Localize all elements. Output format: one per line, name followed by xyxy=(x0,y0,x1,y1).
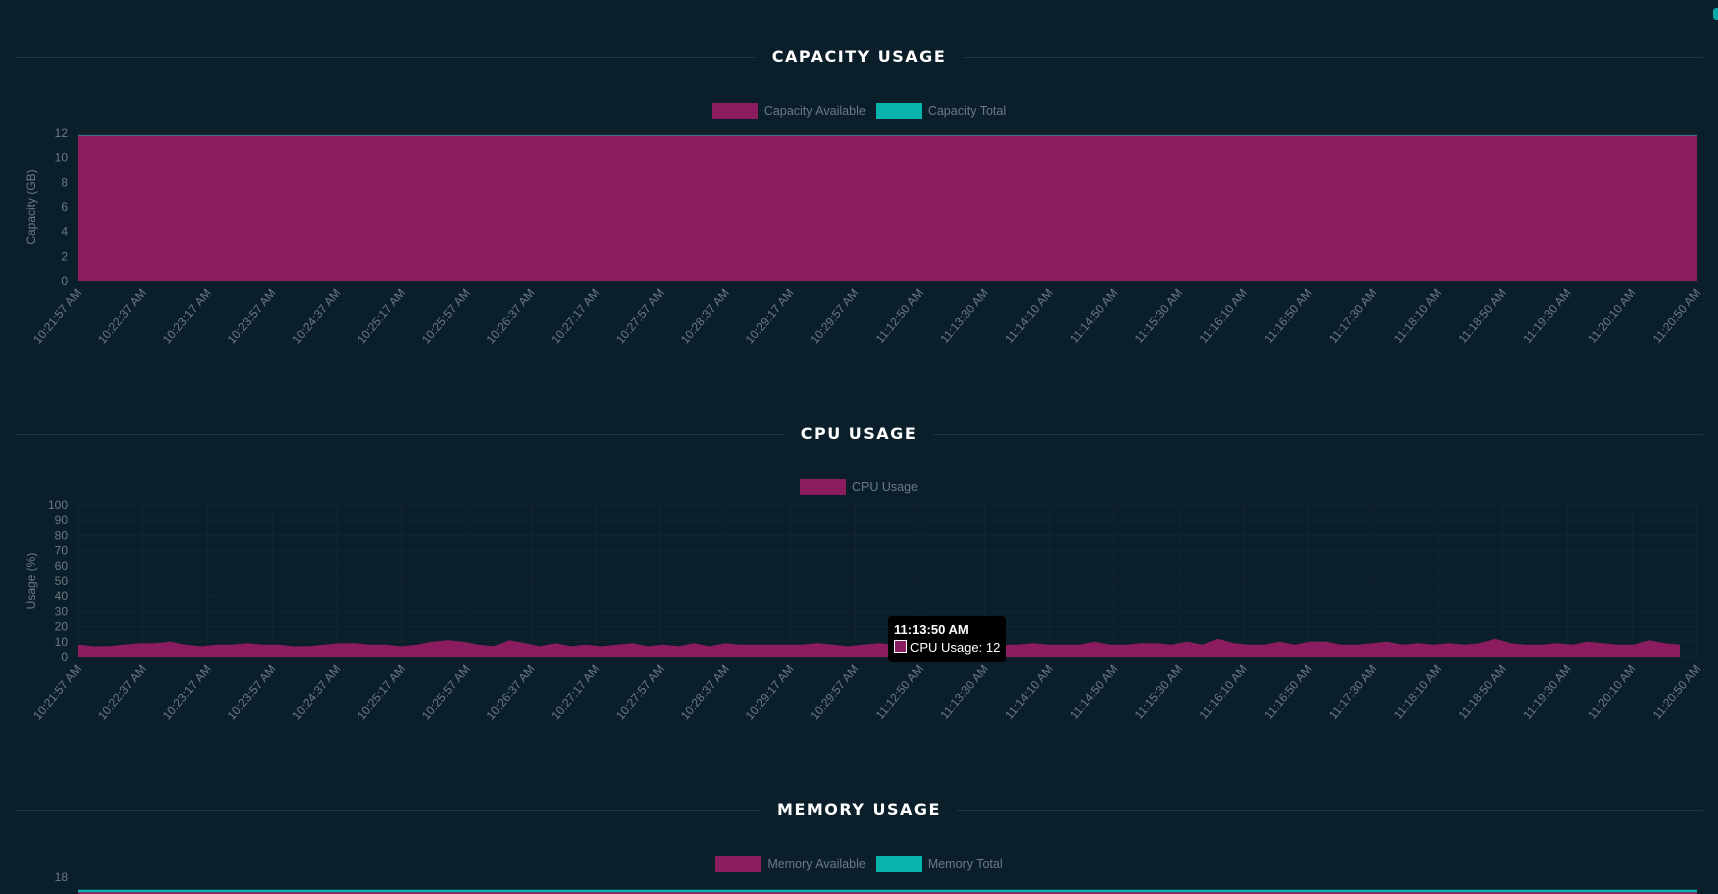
x-tick-label: 10:23:17 AM xyxy=(160,662,214,723)
x-tick-label: 11:20:10 AM xyxy=(1585,286,1638,346)
x-tick-label: 11:16:10 AM xyxy=(1197,286,1250,346)
x-tick-label: 10:27:57 AM xyxy=(613,286,667,347)
x-tick-label: 10:22:37 AM xyxy=(95,662,149,723)
x-tick-label: 10:21:57 AM xyxy=(30,286,84,347)
y-tick-label: 90 xyxy=(55,513,69,527)
x-tick-label: 10:26:37 AM xyxy=(484,286,538,347)
y-tick-label: 2 xyxy=(61,249,68,263)
x-tick-label: 11:14:50 AM xyxy=(1067,286,1120,346)
y-tick-label: 20 xyxy=(55,620,69,634)
scroll-indicator xyxy=(1713,8,1718,20)
capacity-chart: 0 2 4 6 8 10 12 Capacity (GB) 10:21:57 AM 10:22:3… xyxy=(24,126,1703,347)
tooltip-title: 11:13:50 AM xyxy=(894,622,969,637)
y-tick-label: 18 xyxy=(55,870,69,884)
y-tick-label: 10 xyxy=(55,151,69,165)
capacity-header: CAPACITY USAGE xyxy=(15,47,1703,67)
x-tick-label: 10:27:57 AM xyxy=(613,662,667,723)
x-tick-label: 10:26:37 AM xyxy=(484,662,538,723)
x-tick-label: 11:18:50 AM xyxy=(1456,662,1509,722)
x-tick-label: 11:18:10 AM xyxy=(1391,662,1444,722)
x-tick-label: 10:28:37 AM xyxy=(678,286,732,347)
x-tick-label: 11:16:50 AM xyxy=(1261,286,1314,346)
x-tick-label: 11:19:30 AM xyxy=(1520,662,1573,722)
x-tick-label: 11:14:10 AM xyxy=(1002,662,1055,722)
memory-chart: 18 xyxy=(55,870,1697,894)
x-tick-label: 11:16:10 AM xyxy=(1197,662,1250,722)
y-tick-label: 60 xyxy=(55,559,69,573)
x-tick-label: 11:17:30 AM xyxy=(1326,286,1379,346)
y-tick-label: 6 xyxy=(61,200,68,214)
x-tick-label: 10:29:17 AM xyxy=(743,662,797,723)
x-tick-label: 10:24:37 AM xyxy=(289,286,343,347)
x-tick-label: 10:25:57 AM xyxy=(419,662,473,723)
x-tick-label: 10:21:57 AM xyxy=(30,662,84,723)
x-tick-label: 11:16:50 AM xyxy=(1261,662,1314,722)
tooltip-value: CPU Usage: 12 xyxy=(910,640,1001,655)
x-tick-label: 11:17:30 AM xyxy=(1326,662,1379,722)
y-axis-label: Capacity (GB) xyxy=(24,169,38,244)
memory-header: MEMORY USAGE xyxy=(15,800,1703,820)
y-tick-label: 12 xyxy=(55,126,69,140)
y-tick-label: 100 xyxy=(48,498,68,512)
x-tick-label: 11:20:50 AM xyxy=(1650,662,1703,722)
y-tick-label: 50 xyxy=(55,574,69,588)
y-tick-label: 0 xyxy=(61,650,68,664)
y-tick-label: 8 xyxy=(61,175,68,189)
x-tick-label: 10:23:57 AM xyxy=(225,662,279,723)
x-tick-label: 11:18:10 AM xyxy=(1391,286,1444,346)
x-tick-label: 10:22:37 AM xyxy=(95,286,149,347)
legend-label: Memory Available xyxy=(767,857,866,871)
x-tick-label: 11:12:50 AM xyxy=(873,662,926,722)
x-tick-label: 10:29:57 AM xyxy=(807,286,861,347)
x-tick-label: 11:18:50 AM xyxy=(1456,286,1509,346)
cpu-chart: 01020 3040506070 8090100 Usage (%) 10:21:57 … xyxy=(24,498,1703,723)
y-tick-label: 30 xyxy=(55,604,69,618)
cpu-tooltip: 11:13:50 AM CPU Usage: 12 xyxy=(888,616,1007,662)
x-tick-label: 10:27:17 AM xyxy=(548,662,602,723)
x-tick-label: 11:14:10 AM xyxy=(1002,286,1055,346)
tooltip-swatch xyxy=(894,640,907,653)
x-tick-label: 11:20:10 AM xyxy=(1585,662,1638,722)
x-tick-label: 10:23:57 AM xyxy=(225,286,279,347)
x-tick-label: 10:25:57 AM xyxy=(419,286,473,347)
x-tick-label: 10:23:17 AM xyxy=(160,286,214,347)
x-tick-label: 11:14:50 AM xyxy=(1067,662,1120,722)
x-tick-label: 10:25:17 AM xyxy=(354,662,408,723)
y-axis-label: Usage (%) xyxy=(24,553,38,610)
x-tick-label: 10:29:17 AM xyxy=(743,286,797,347)
x-tick-label: 11:13:30 AM xyxy=(937,286,990,346)
series-area-0 xyxy=(78,135,1697,281)
y-tick-label: 10 xyxy=(55,635,69,649)
x-tick-label: 11:12:50 AM xyxy=(873,286,926,346)
capacity-title: CAPACITY USAGE xyxy=(755,47,963,67)
x-tick-label: 10:24:37 AM xyxy=(289,662,343,723)
y-tick-label: 40 xyxy=(55,589,69,603)
x-tick-label: 10:27:17 AM xyxy=(548,286,602,347)
cpu-header: CPU USAGE xyxy=(15,424,1703,444)
x-tick-label: 11:15:30 AM xyxy=(1132,286,1185,346)
y-tick-label: 4 xyxy=(61,225,68,239)
x-tick-label: 10:29:57 AM xyxy=(807,662,861,723)
y-tick-label: 0 xyxy=(61,274,68,288)
x-tick-label: 11:15:30 AM xyxy=(1132,662,1185,722)
y-tick-label: 70 xyxy=(55,544,69,558)
x-tick-label: 10:28:37 AM xyxy=(678,662,732,723)
legend-label: Memory Total xyxy=(927,857,1003,871)
cpu-title: CPU USAGE xyxy=(784,424,934,444)
memory-title: MEMORY USAGE xyxy=(761,800,957,820)
x-tick-label: 11:19:30 AM xyxy=(1520,286,1573,346)
x-tick-label: 11:13:30 AM xyxy=(937,662,990,722)
tooltip-body: CPU Usage: 12 xyxy=(894,639,1000,657)
y-tick-label: 80 xyxy=(55,528,69,542)
x-tick-label: 11:20:50 AM xyxy=(1650,286,1703,346)
x-tick-label: 10:25:17 AM xyxy=(354,286,408,347)
